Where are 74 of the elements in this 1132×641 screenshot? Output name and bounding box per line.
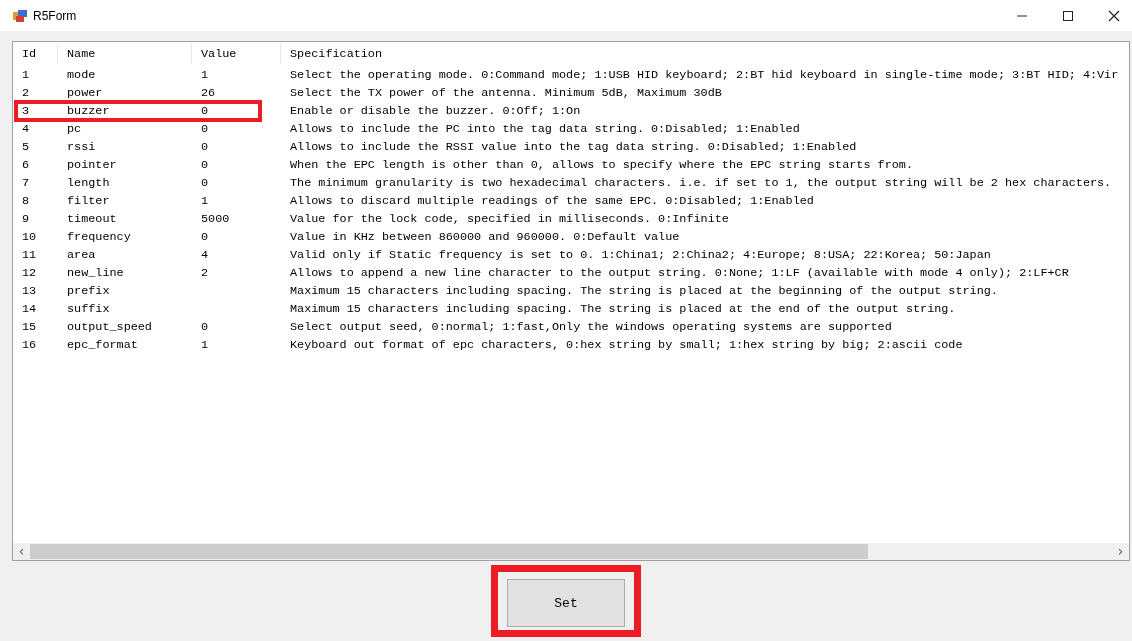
table-cell-text: 1 <box>21 67 31 84</box>
window-title: R5Form <box>33 8 77 23</box>
table-cell-text: 0 <box>200 139 210 156</box>
table-cell-text: 5000 <box>200 211 231 228</box>
column-header[interactable]: Value <box>192 44 281 64</box>
table-cell-text: prefix <box>66 283 111 300</box>
table-cell-text: filter <box>66 193 111 210</box>
table-cell-text: rssi <box>66 139 97 156</box>
table-cell-text: buzzer <box>66 103 111 120</box>
table-cell-text: Valid only if Static frequency is set to 0. 1:China1; 2:China2; 4:Europe; 8:USA; 22:Korea; 50:Japan <box>289 247 992 264</box>
app-icon <box>13 9 27 22</box>
table-cell-text: Maximum 15 characters including spacing. The string is placed at the beginning of the output string. <box>289 283 999 300</box>
close-icon[interactable] <box>1108 9 1120 22</box>
table-cell-text: Maximum 15 characters including spacing. The string is placed at the end of the output string. <box>289 301 957 318</box>
column-header[interactable]: Id <box>13 44 58 64</box>
table-cell-text: 0 <box>200 157 210 174</box>
table-cell-text: length <box>66 175 111 192</box>
table-cell-text: 7 <box>21 175 31 192</box>
table-cell-text: 0 <box>200 319 210 336</box>
table-cell-text: 15 <box>21 319 38 336</box>
table-cell-text: Enable or disable the buzzer. 0:Off; 1:On <box>289 103 582 120</box>
table-cell-text: Value in KHz between 860000 and 960000. 0:Default value <box>289 229 681 246</box>
table-cell-text: 10 <box>21 229 38 246</box>
table-cell-text: 9 <box>21 211 31 228</box>
table-cell-text: Allows to discard multiple readings of the same EPC. 0:Disabled; 1:Enabled <box>289 193 815 210</box>
table-cell-text: The minimum granularity is two hexadecimal characters. i.e. if set to 1, the output string will be 2 hex characters. <box>289 175 1113 192</box>
table-cell-text: pointer <box>66 157 118 174</box>
table-cell-text: 2 <box>21 85 31 102</box>
table-cell-text: 5 <box>21 139 31 156</box>
table-cell-text: Value for the lock code, specified in milliseconds. 0:Infinite <box>289 211 730 228</box>
table-cell-text: suffix <box>66 301 111 318</box>
column-header[interactable]: Specification <box>281 44 1129 64</box>
table-cell-text: output_speed <box>66 319 153 336</box>
table-cell-text: pc <box>66 121 83 138</box>
maximize-icon[interactable] <box>1062 9 1074 22</box>
table-cell-text: 0 <box>200 103 210 120</box>
table-cell-text: 1 <box>200 337 210 354</box>
set-button[interactable]: Set <box>507 579 625 627</box>
table-cell-text: area <box>66 247 97 264</box>
table-cell-text: Select the operating mode. 0:Command mode; 1:USB HID keyboard; 2:BT hid keyboard in single-time mode; 3:BT HID; 4:Vir <box>289 67 1120 84</box>
table-cell-text: Select the TX power of the antenna. Minimum 5dB, Maximum 30dB <box>289 85 723 102</box>
table-cell-text: Allows to append a new line character to the output string. 0:None; 1:LF (available with mode 4 only); 2:LF+CR <box>289 265 1070 282</box>
table-cell-text: 16 <box>21 337 38 354</box>
table-cell-text: Keyboard out format of epc characters, 0:hex string by small; 1:hex string by big; 2:ascii code <box>289 337 964 354</box>
table-cell-text: 0 <box>200 229 210 246</box>
table-cell-text: 1 <box>200 67 210 84</box>
table-cell-text: 13 <box>21 283 38 300</box>
scroll-left-arrow[interactable]: ‹ <box>13 543 30 560</box>
table-cell-text: 12 <box>21 265 38 282</box>
table-cell-text: Allows to include the PC into the tag data string. 0:Disabled; 1:Enabled <box>289 121 801 138</box>
table-cell-text: timeout <box>66 211 118 228</box>
table-cell-text: 26 <box>200 85 217 102</box>
table-cell-text: 0 <box>200 121 210 138</box>
table-cell-text: epc_format <box>66 337 139 354</box>
table-cell-text: 4 <box>200 247 210 264</box>
horizontal-scrollbar[interactable]: ‹ › <box>13 543 1129 560</box>
table-cell-text: frequency <box>66 229 132 246</box>
table-cell-text: 3 <box>21 103 31 120</box>
table-cell-text: 0 <box>200 175 210 192</box>
table-cell-text: mode <box>66 67 97 84</box>
table-cell-text: 14 <box>21 301 38 318</box>
table-cell-text: When the EPC length is other than 0, allows to specify where the EPC string starts from. <box>289 157 914 174</box>
table-cell-text: Select output seed, 0:normal; 1:fast,Only the windows operating systems are supported <box>289 319 893 336</box>
table-cell-text: power <box>66 85 104 102</box>
table-cell-text: 4 <box>21 121 31 138</box>
table-cell-text: 1 <box>200 193 210 210</box>
table-cell-text: Allows to include the RSSI value into the tag data string. 0:Disabled; 1:Enabled <box>289 139 858 156</box>
table-cell-text: 6 <box>21 157 31 174</box>
column-header[interactable]: Name <box>58 44 192 64</box>
table-cell-text: 8 <box>21 193 31 210</box>
table-cell-text: new_line <box>66 265 125 282</box>
table-cell-text: 11 <box>21 247 38 264</box>
scroll-right-arrow[interactable]: › <box>1112 543 1129 560</box>
table-cell-text: 2 <box>200 265 210 282</box>
